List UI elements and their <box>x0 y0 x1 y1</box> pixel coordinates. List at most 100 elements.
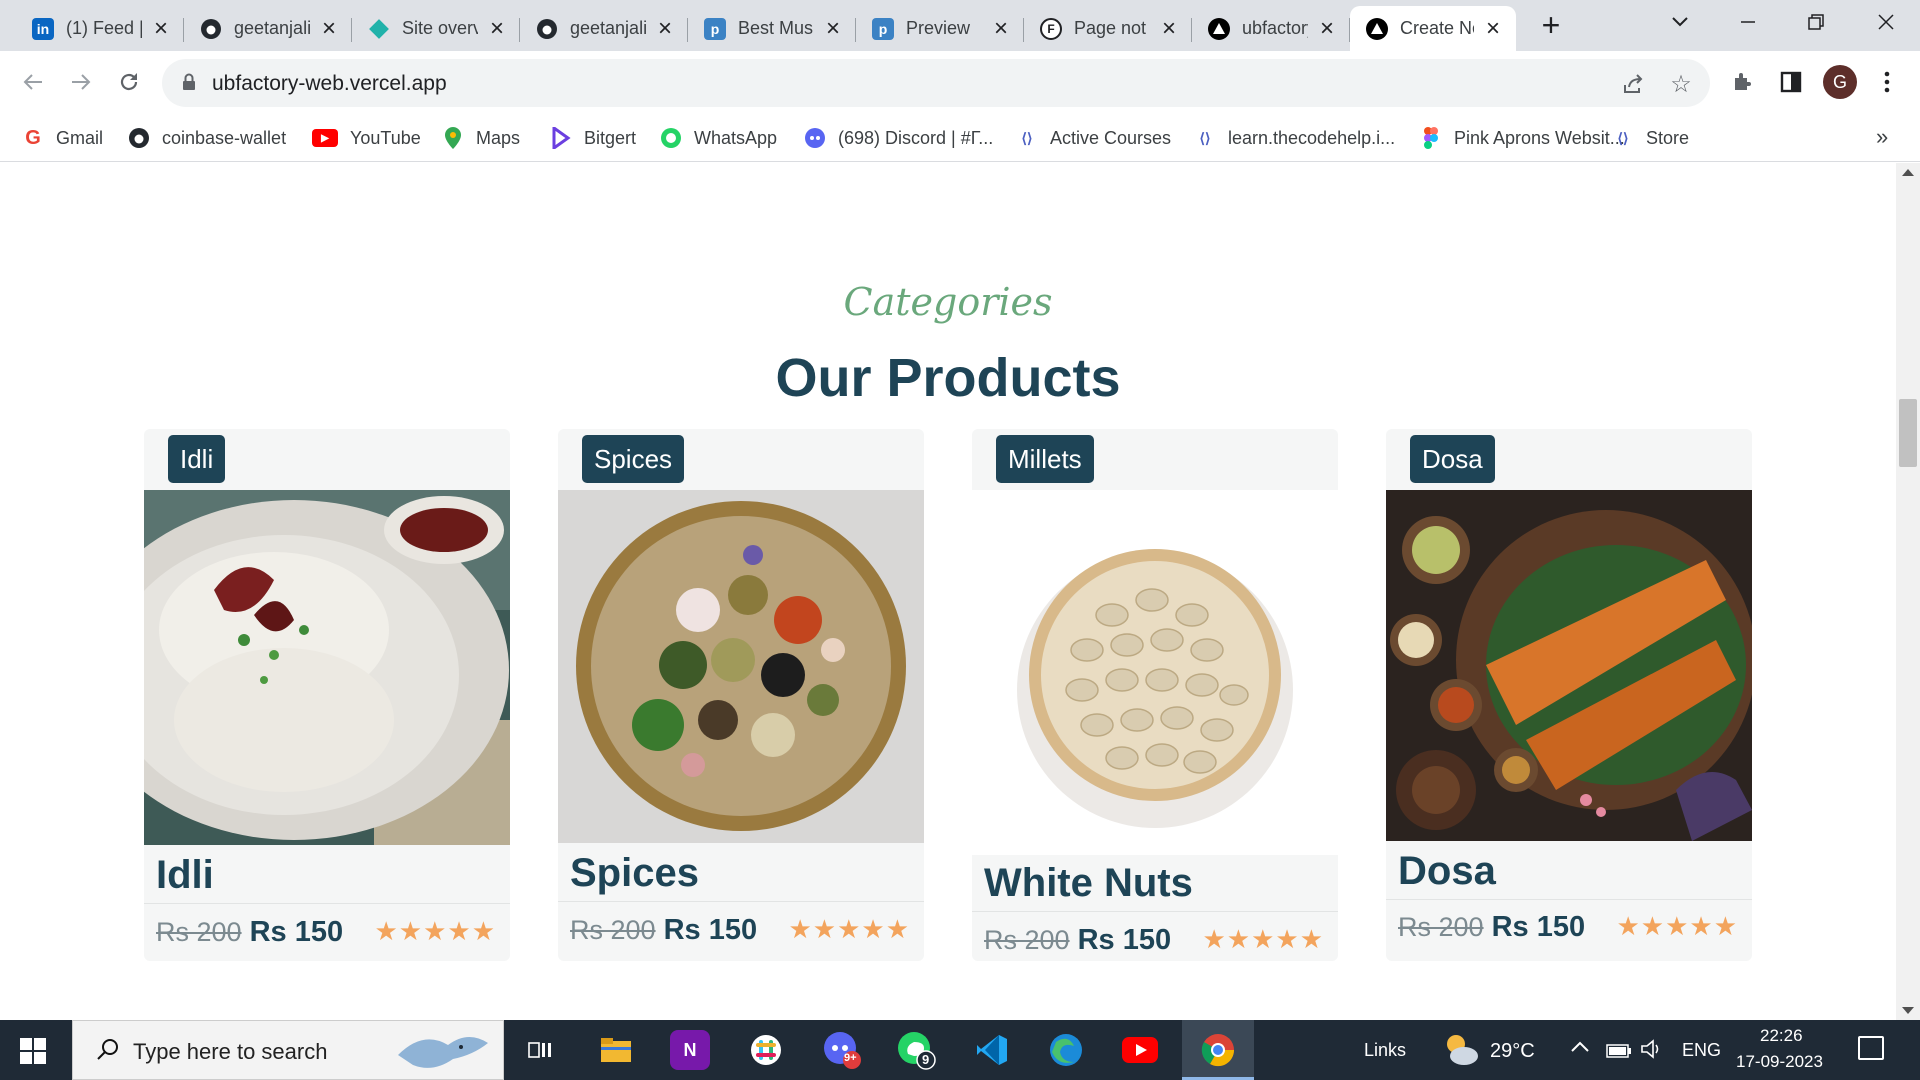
category-badge[interactable]: Idli <box>168 435 226 483</box>
bookmark-maps[interactable]: Maps <box>442 124 520 152</box>
minimize-icon[interactable] <box>1720 0 1776 44</box>
tab-ubfactory[interactable]: ubfactory × <box>1192 6 1350 51</box>
volume-icon[interactable] <box>1640 1038 1664 1065</box>
file-explorer-icon[interactable] <box>596 1030 636 1070</box>
tab-best-music[interactable]: p Best Music × <box>688 6 856 51</box>
star-rating: ★★★★★ <box>1202 925 1324 955</box>
category-badge[interactable]: Spices <box>582 435 685 483</box>
price-row: Rs 200 Rs 150 ★★★★★ <box>1398 907 1738 947</box>
tab-page-not-found[interactable]: F Page not found × <box>1024 6 1192 51</box>
onenote-icon[interactable]: N <box>670 1030 710 1070</box>
links-toolbar-label[interactable]: Links <box>1364 1040 1406 1061</box>
github-icon <box>128 127 150 149</box>
close-window-icon[interactable] <box>1858 0 1914 44</box>
original-price: Rs 200 <box>984 924 1070 955</box>
extensions-icon[interactable] <box>1728 67 1758 97</box>
chrome-icon[interactable] <box>1198 1030 1238 1070</box>
product-card-spices[interactable]: Spices Spices Rs 200 Rs 150 ★★★★★ <box>558 429 924 961</box>
price-row: Rs 200 Rs 150 ★★★★★ <box>570 910 910 950</box>
bookmark-star-icon[interactable]: ☆ <box>1668 71 1694 98</box>
discord-taskbar-icon[interactable]: 9+ <box>822 1030 862 1070</box>
taskbar-search-input[interactable]: Type here to search <box>72 1020 504 1080</box>
tab-create-next-app[interactable]: Create Next × <box>1350 6 1516 51</box>
bookmark-coinbase-wallet[interactable]: coinbase-wallet <box>128 124 286 152</box>
youtube-taskbar-icon[interactable] <box>1120 1030 1160 1070</box>
avatar[interactable]: G <box>1823 65 1857 99</box>
scroll-up-arrow-icon[interactable] <box>1902 169 1914 176</box>
bookmark-label: Pink Aprons Websit... <box>1454 127 1625 148</box>
address-bar[interactable]: ubfactory-web.vercel.app ☆ <box>162 59 1710 107</box>
product-card-white-nuts[interactable]: Millets White Nuts Rs 200 Rs 150 ★★★★★ <box>972 429 1338 961</box>
bookmark-whatsapp[interactable]: WhatsApp <box>660 124 777 152</box>
close-icon[interactable]: × <box>318 16 340 40</box>
edge-icon[interactable] <box>1046 1030 1086 1070</box>
idli-image <box>144 490 510 845</box>
category-badge[interactable]: Millets <box>996 435 1094 483</box>
back-icon[interactable] <box>16 65 50 99</box>
menu-icon[interactable] <box>1872 67 1902 97</box>
bookmark-label: Store <box>1646 127 1690 148</box>
product-card-idli[interactable]: Idli Idli Rs 200 Rs 150 ★★★★★ <box>144 429 510 961</box>
windows-start-icon[interactable] <box>20 1038 46 1064</box>
close-icon[interactable]: × <box>654 16 676 40</box>
bookmark-bitgert[interactable]: Bitgert <box>550 124 636 152</box>
bookmark-store[interactable]: ⟨⟩ Store <box>1612 124 1690 152</box>
bookmark-label: coinbase-wallet <box>162 127 287 148</box>
tray-chevron-up-icon[interactable] <box>1570 1038 1590 1059</box>
vscode-icon[interactable] <box>972 1030 1012 1070</box>
bookmark-active-courses[interactable]: ⟨⟩ Active Courses <box>1016 124 1172 152</box>
close-icon[interactable]: × <box>1482 16 1504 40</box>
weather-icon[interactable] <box>1440 1032 1480 1073</box>
tab-linkedin[interactable]: in (1) Feed | LinkedIn × <box>16 6 184 51</box>
new-tab-button[interactable]: + <box>1536 9 1566 41</box>
scroll-thumb[interactable] <box>1899 399 1917 467</box>
tab-title: Site overview <box>402 18 478 38</box>
close-icon[interactable]: × <box>486 16 508 40</box>
tab-search-chevron-icon[interactable] <box>1652 0 1708 44</box>
close-icon[interactable]: × <box>990 16 1012 40</box>
bookmark-learn-codehelp[interactable]: ⟨⟩ learn.thecodehelp.i... <box>1194 124 1396 152</box>
tab-title: geetanjali <box>570 18 646 38</box>
close-icon[interactable]: × <box>1316 16 1338 40</box>
category-badge[interactable]: Dosa <box>1410 435 1495 483</box>
scroll-down-arrow-icon[interactable] <box>1902 1007 1914 1014</box>
notifications-icon[interactable] <box>1858 1036 1884 1060</box>
tab-github[interactable]: geetanjali × <box>184 6 352 51</box>
side-panel-icon[interactable] <box>1776 67 1806 97</box>
sale-price: Rs 150 <box>1077 923 1172 956</box>
close-icon[interactable]: × <box>150 16 172 40</box>
url-text[interactable]: ubfactory-web.vercel.app <box>212 72 447 96</box>
clock-date[interactable]: 17-09-2023 <box>1736 1052 1823 1072</box>
bookmark-youtube[interactable]: ▶ YouTube <box>312 124 421 152</box>
page-title: Our Products <box>775 348 1121 408</box>
task-view-icon[interactable] <box>520 1030 560 1070</box>
whatsapp-taskbar-icon[interactable]: 9 <box>896 1030 936 1070</box>
reload-icon[interactable] <box>112 65 146 99</box>
bookmarks-overflow-icon[interactable]: » <box>1876 124 1888 150</box>
bookmark-discord[interactable]: (698) Discord | #Г... <box>804 124 993 152</box>
slack-icon[interactable] <box>746 1030 786 1070</box>
tab-preview[interactable]: p Preview × <box>856 6 1024 51</box>
spices-image <box>558 490 924 843</box>
page-scrollbar[interactable] <box>1896 163 1920 1020</box>
forward-icon[interactable] <box>64 65 98 99</box>
restore-icon[interactable] <box>1788 0 1844 44</box>
codehelp-icon: ⟨⟩ <box>1617 129 1629 146</box>
battery-icon[interactable] <box>1606 1042 1632 1063</box>
sale-price: Rs 150 <box>249 915 344 948</box>
tab-title: geetanjali <box>234 18 310 38</box>
bookmark-pink-aprons[interactable]: Pink Aprons Websit... <box>1420 124 1625 152</box>
language-indicator[interactable]: ENG <box>1682 1040 1721 1061</box>
product-card-dosa[interactable]: Dosa Dosa Rs 200 Rs 150 ★★★★★ <box>1386 429 1752 961</box>
tab-netlify[interactable]: Site overview × <box>352 6 520 51</box>
share-icon[interactable] <box>1620 71 1646 97</box>
tab-github-2[interactable]: geetanjali × <box>520 6 688 51</box>
close-icon[interactable]: × <box>822 16 844 40</box>
star-rating: ★★★★★ <box>1616 912 1738 942</box>
linkedin-icon: in <box>32 17 54 40</box>
figma-icon <box>1420 127 1442 149</box>
clock-time[interactable]: 22:26 <box>1760 1026 1803 1046</box>
bookmark-gmail[interactable]: G Gmail <box>22 124 103 152</box>
netlify-icon <box>368 18 390 40</box>
close-icon[interactable]: × <box>1158 16 1180 40</box>
